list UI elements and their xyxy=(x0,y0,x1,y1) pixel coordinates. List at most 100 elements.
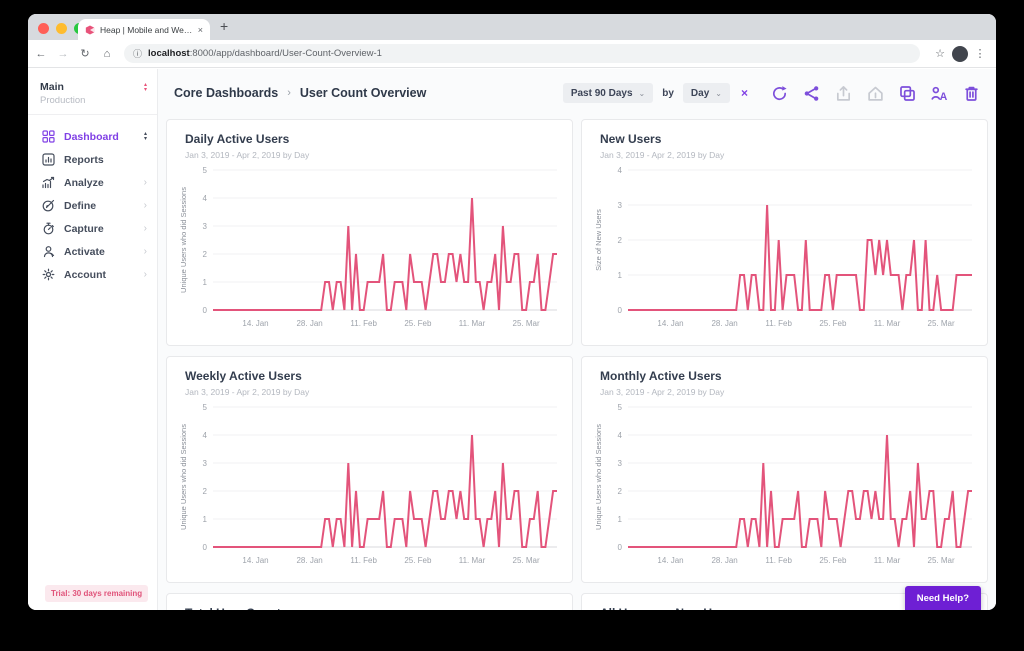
svg-text:11. Feb: 11. Feb xyxy=(765,319,792,328)
svg-text:0: 0 xyxy=(618,543,623,552)
sidebar-item-dashboard[interactable]: Dashboard ▴▾ xyxy=(28,125,157,148)
export-button[interactable] xyxy=(835,85,852,102)
dashboard-controls: Past 90 Days ⌄ by Day ⌄ × xyxy=(563,83,980,103)
svg-text:0: 0 xyxy=(203,543,208,552)
svg-text:Unique Users who did Sessions: Unique Users who did Sessions xyxy=(179,424,188,530)
chart-subtitle: Jan 3, 2019 - Apr 2, 2019 by Day xyxy=(185,387,564,397)
svg-text:5: 5 xyxy=(203,166,208,175)
environment-switcher[interactable]: Main Production ▴▾ xyxy=(28,69,157,115)
breadcrumb-parent[interactable]: Core Dashboards xyxy=(174,86,278,100)
sidebar-item-analyze[interactable]: Analyze › xyxy=(28,171,157,194)
svg-text:4: 4 xyxy=(203,194,208,203)
browser-tab[interactable]: Heap | Mobile and Web Analyt × xyxy=(78,19,210,40)
sidebar-item-reports[interactable]: Reports xyxy=(28,148,157,171)
by-label: by xyxy=(662,88,674,99)
svg-text:2: 2 xyxy=(203,250,208,259)
trial-area: Trial: 30 days remaining xyxy=(28,584,157,602)
sidebar-item-label: Account xyxy=(64,269,135,281)
share-button[interactable] xyxy=(803,85,820,102)
svg-text:25. Mar: 25. Mar xyxy=(513,556,540,565)
svg-text:5: 5 xyxy=(618,403,623,412)
granularity-dropdown[interactable]: Day ⌄ xyxy=(683,83,730,103)
svg-text:Size of New Users: Size of New Users xyxy=(594,209,603,271)
svg-text:25. Feb: 25. Feb xyxy=(404,319,432,328)
forward-icon[interactable]: → xyxy=(54,48,72,60)
sidebar-item-label: Activate xyxy=(64,246,135,258)
date-range-value: Past 90 Days xyxy=(571,88,633,99)
breadcrumb-chevron-icon: › xyxy=(287,87,291,99)
sidebar-item-label: Capture xyxy=(64,223,135,235)
sidebar-item-label: Define xyxy=(64,200,135,212)
sidebar-item-account[interactable]: Account › xyxy=(28,263,157,286)
svg-text:11. Feb: 11. Feb xyxy=(765,556,792,565)
svg-text:3: 3 xyxy=(203,459,208,468)
monthly-active-users-line-chart[interactable]: 01234514. Jan28. Jan11. Feb25. Feb11. Ma… xyxy=(592,399,980,571)
delete-button[interactable] xyxy=(963,85,980,102)
reports-chart-icon xyxy=(42,153,55,166)
transfer-ownership-button[interactable]: A xyxy=(931,85,948,102)
weekly-active-users-line-chart[interactable]: 01234514. Jan28. Jan11. Feb25. Feb11. Ma… xyxy=(177,399,565,571)
sidebar: Main Production ▴▾ Dashboard ▴▾ Reports xyxy=(28,69,158,610)
trial-badge[interactable]: Trial: 30 days remaining xyxy=(45,585,148,602)
url-text: localhost:8000/app/dashboard/User-Count-… xyxy=(148,48,382,59)
archive-button[interactable] xyxy=(867,85,884,102)
svg-text:3: 3 xyxy=(618,459,623,468)
chart-title: Monthly Active Users xyxy=(600,369,979,383)
charts-grid: Daily Active Users Jan 3, 2019 - Apr 2, … xyxy=(166,119,988,610)
chart-title: Total User Count xyxy=(185,606,564,610)
chart-title: New Users xyxy=(600,132,979,146)
svg-text:25. Mar: 25. Mar xyxy=(513,319,540,328)
sidebar-item-define[interactable]: Define › xyxy=(28,194,157,217)
chart-card-daily-active-users: Daily Active Users Jan 3, 2019 - Apr 2, … xyxy=(166,119,573,346)
tab-strip: Heap | Mobile and Web Analyt × + xyxy=(28,14,996,40)
chart-title: Daily Active Users xyxy=(185,132,564,146)
date-range-dropdown[interactable]: Past 90 Days ⌄ xyxy=(563,83,653,103)
home-icon[interactable]: ⌂ xyxy=(98,48,116,60)
sidebar-item-label: Reports xyxy=(64,154,147,166)
duplicate-button[interactable] xyxy=(899,85,916,102)
svg-text:25. Feb: 25. Feb xyxy=(404,556,432,565)
need-help-button[interactable]: Need Help? xyxy=(905,586,981,610)
browser-window: Heap | Mobile and Web Analyt × + ← → ↻ ⌂… xyxy=(28,14,996,610)
svg-text:2: 2 xyxy=(618,236,623,245)
breadcrumb-current: User Count Overview xyxy=(300,86,426,100)
back-icon[interactable]: ← xyxy=(32,48,50,60)
svg-text:28. Jan: 28. Jan xyxy=(296,556,322,565)
reload-icon[interactable]: ↻ xyxy=(76,47,94,60)
svg-text:2: 2 xyxy=(203,487,208,496)
clear-filter-icon[interactable]: × xyxy=(741,86,748,100)
address-bar[interactable]: ⓘ localhost:8000/app/dashboard/User-Coun… xyxy=(124,44,920,63)
chart-subtitle: Jan 3, 2019 - Apr 2, 2019 by Day xyxy=(600,150,979,160)
page-info-icon[interactable]: ⓘ xyxy=(133,47,142,60)
capture-stopwatch-icon xyxy=(42,222,55,235)
svg-text:A: A xyxy=(940,91,948,102)
url-host: localhost xyxy=(148,48,190,59)
svg-text:28. Jan: 28. Jan xyxy=(296,319,322,328)
chart-subtitle: Jan 3, 2019 - Apr 2, 2019 by Day xyxy=(185,150,564,160)
bookmark-star-icon[interactable]: ☆ xyxy=(930,47,950,60)
daily-active-users-line-chart[interactable]: 01234514. Jan28. Jan11. Feb25. Feb11. Ma… xyxy=(177,162,565,334)
chart-card-new-users: New Users Jan 3, 2019 - Apr 2, 2019 by D… xyxy=(581,119,988,346)
chart-title: Weekly Active Users xyxy=(185,369,564,383)
refresh-button[interactable] xyxy=(771,85,788,102)
svg-text:25. Mar: 25. Mar xyxy=(928,319,955,328)
new-users-line-chart[interactable]: 0123414. Jan28. Jan11. Feb25. Feb11. Mar… xyxy=(592,162,980,334)
svg-text:14. Jan: 14. Jan xyxy=(657,319,683,328)
svg-text:0: 0 xyxy=(203,306,208,315)
tab-close-icon[interactable]: × xyxy=(198,25,203,35)
chevron-right-icon: › xyxy=(144,200,147,211)
define-pen-icon xyxy=(42,199,55,212)
svg-text:4: 4 xyxy=(618,431,623,440)
dashboard-caret-icon: ▴▾ xyxy=(144,132,147,142)
svg-text:5: 5 xyxy=(203,403,208,412)
account-gear-icon xyxy=(42,268,55,281)
minimize-window-button[interactable] xyxy=(56,23,67,34)
chevron-right-icon: › xyxy=(144,246,147,257)
new-tab-button[interactable]: + xyxy=(220,18,228,34)
svg-text:25. Mar: 25. Mar xyxy=(928,556,955,565)
browser-profile-avatar[interactable] xyxy=(952,46,968,62)
sidebar-item-activate[interactable]: Activate › xyxy=(28,240,157,263)
sidebar-item-capture[interactable]: Capture › xyxy=(28,217,157,240)
browser-menu-icon[interactable]: ⋮ xyxy=(970,47,990,60)
close-window-button[interactable] xyxy=(38,23,49,34)
